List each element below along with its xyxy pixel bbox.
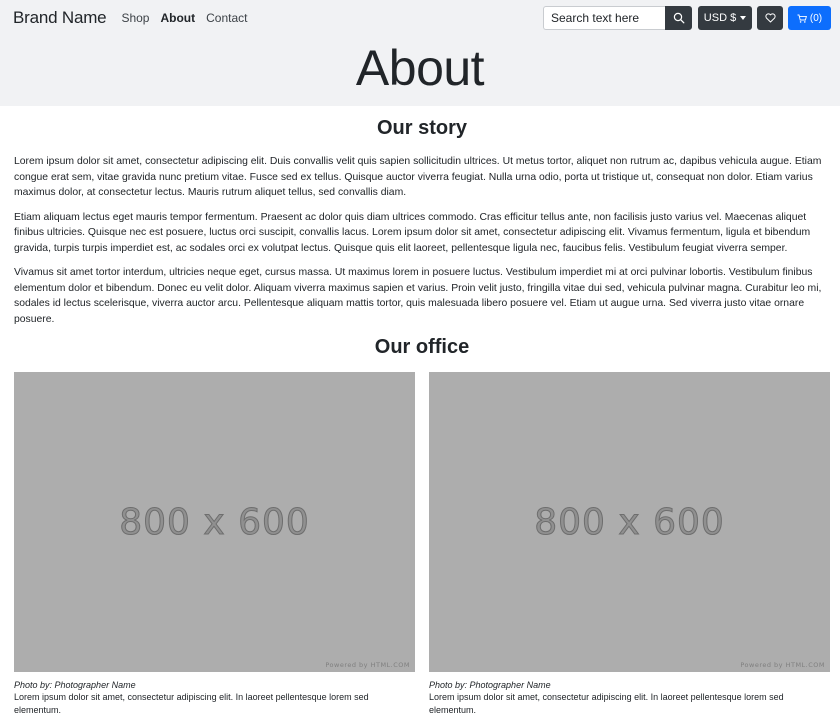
office-gallery: 800 x 600 Powered by HTML.COM Photo by: … [14,372,830,716]
story-section: Our story Lorem ipsum dolor sit amet, co… [14,117,830,327]
office-photo-card: 800 x 600 Powered by HTML.COM Photo by: … [14,372,415,716]
heart-icon [764,13,776,23]
office-section: Our office 800 x 600 Powered by HTML.COM… [14,336,830,716]
page-title: About [355,40,485,96]
placeholder-watermark: Powered by HTML.COM [740,661,825,669]
currency-label: USD $ [703,12,737,24]
placeholder-image: 800 x 600 Powered by HTML.COM [14,372,415,672]
photo-caption: Photo by: Photographer Name Lorem ipsum … [14,680,415,716]
placeholder-size-text: 800 x 600 [119,501,310,543]
placeholder-image: 800 x 600 Powered by HTML.COM [429,372,830,672]
photo-caption-text: Lorem ipsum dolor sit amet, consectetur … [14,692,369,715]
nav-link-about[interactable]: About [160,11,195,25]
placeholder-watermark: Powered by HTML.COM [325,661,410,669]
search-button[interactable] [665,6,692,30]
search-input[interactable] [543,6,665,30]
office-photo-card: 800 x 600 Powered by HTML.COM Photo by: … [429,372,830,716]
photo-caption: Photo by: Photographer Name Lorem ipsum … [429,680,830,716]
currency-dropdown[interactable]: USD $ [698,6,752,30]
search-icon [673,12,684,24]
cart-icon [797,14,807,23]
search-form [543,6,692,30]
nav-link-contact[interactable]: Contact [206,11,247,25]
wishlist-button[interactable] [757,6,783,30]
story-heading: Our story [376,117,468,139]
cart-count: (0) [809,12,823,24]
story-paragraph: Vivamus sit amet tortor interdum, ultric… [14,267,822,325]
photo-credit: Photo by: Photographer Name [14,680,136,690]
placeholder-size-text: 800 x 600 [534,501,725,543]
cart-button[interactable]: (0) [788,6,831,30]
brand-logo[interactable]: Brand Name [13,8,107,28]
navbar: Brand Name Shop About Contact USD $ [0,0,840,36]
story-paragraph: Lorem ipsum dolor sit amet, consectetur … [14,156,822,198]
caret-down-icon [740,16,747,20]
office-heading: Our office [374,336,470,358]
story-paragraph: Etiam aliquam lectus eget mauris tempor … [14,211,811,254]
page-header: Brand Name Shop About Contact USD $ [0,0,840,106]
main-content: Our story Lorem ipsum dolor sit amet, co… [0,117,840,716]
photo-credit: Photo by: Photographer Name [429,680,551,690]
nav-link-shop[interactable]: Shop [121,11,149,25]
photo-caption-text: Lorem ipsum dolor sit amet, consectetur … [429,692,784,715]
